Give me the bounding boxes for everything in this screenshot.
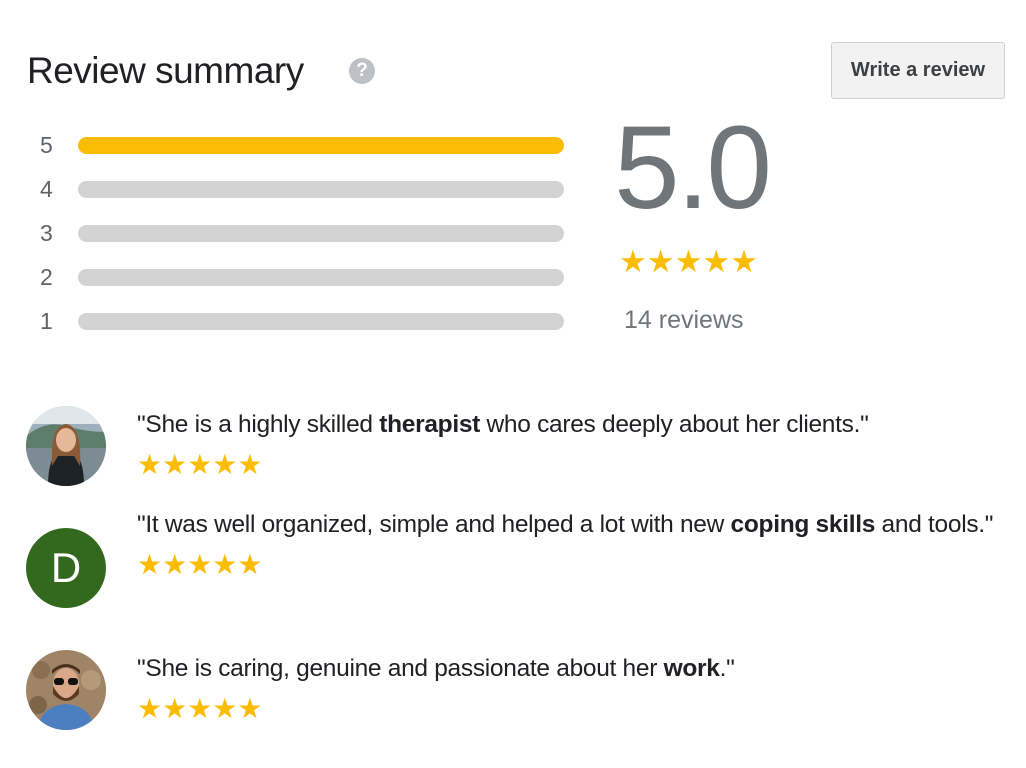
star-level-label: 2 [40,263,53,290]
star-level-label: 5 [40,131,53,158]
rating-bar [78,312,564,330]
rating-bar [78,180,564,198]
write-review-button[interactable]: Write a review [831,42,1005,99]
rating-bar [78,224,564,242]
avatar [26,650,106,730]
rating-bar [78,268,564,286]
review-stars: ★★★★★ [137,549,263,580]
star-level-label: 3 [40,219,53,246]
review-item[interactable]: "She is a highly skilled therapist who c… [26,406,1006,486]
review-text: "It was well organized, simple and helpe… [137,511,994,538]
star-level-label: 4 [40,175,53,202]
question-circle-icon[interactable]: ? [349,58,375,84]
rating-bar-fill [78,136,564,154]
review-stars: ★★★★★ [137,693,263,724]
review-count[interactable]: 14 reviews [624,306,744,335]
avatar: D [26,528,106,608]
review-stars: ★★★★★ [137,449,263,480]
rating-row-3[interactable]: 3 [40,219,564,246]
avatar [26,406,106,486]
review-summary-title: Review summary [27,50,304,91]
review-item[interactable]: "She is caring, genuine and passionate a… [26,650,1006,730]
rating-row-5[interactable]: 5 [40,131,564,158]
review-item[interactable]: D "It was well organized, simple and help… [26,506,1006,608]
average-stars: ★★★★★ [619,244,758,279]
rating-row-4[interactable]: 4 [40,175,564,202]
rating-row-1[interactable]: 1 [40,307,564,334]
review-text: "She is a highly skilled therapist who c… [137,411,869,438]
rating-row-2[interactable]: 2 [40,263,564,290]
average-rating: 5.0 [614,102,772,234]
review-text: "She is caring, genuine and passionate a… [137,655,735,682]
star-level-label: 1 [40,307,53,334]
rating-bar [78,136,564,154]
